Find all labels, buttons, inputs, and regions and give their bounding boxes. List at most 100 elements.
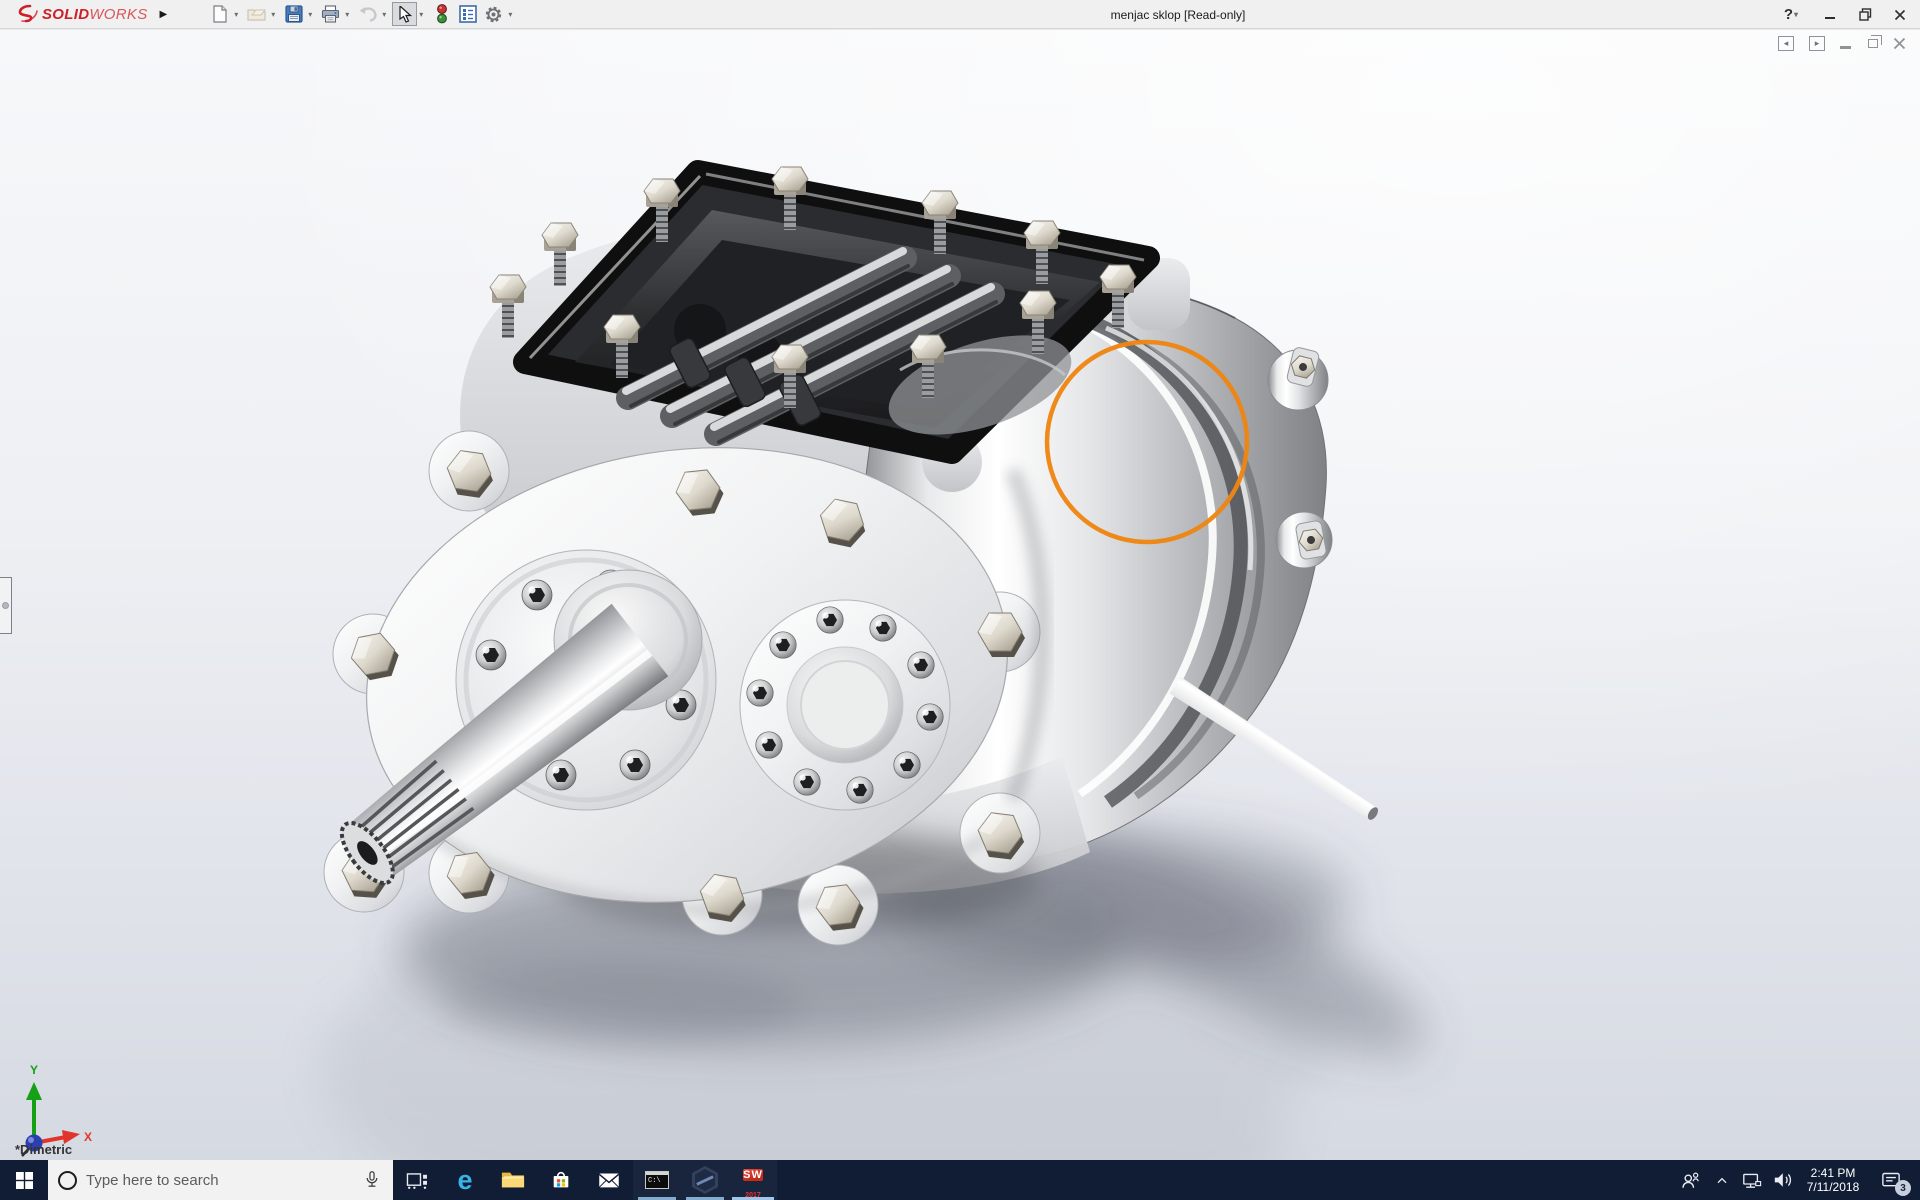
close-icon xyxy=(1894,9,1906,21)
quick-access-toolbar: ▾ ▾ ▾ xyxy=(207,2,517,26)
dropdown-caret[interactable]: ▾ xyxy=(345,10,349,19)
taskbar-file-explorer-button[interactable] xyxy=(489,1160,537,1200)
taskbar-task-view-button[interactable] xyxy=(393,1160,441,1200)
restore-button[interactable] xyxy=(1857,7,1873,23)
solidworks-2017-icon: SW 2017 xyxy=(737,1165,769,1195)
doc-minimize-icon xyxy=(1840,46,1851,49)
taskbar-edrawings-button[interactable] xyxy=(681,1160,729,1200)
select-cursor-icon xyxy=(398,6,412,23)
solidworks-window: SOLIDWORKS ▶ ▾ ▾ xyxy=(0,0,1920,1200)
new-document-icon xyxy=(212,5,228,23)
window-controls: ? ▾ xyxy=(1784,0,1908,29)
doc-next-button[interactable]: ▸ xyxy=(1809,36,1825,51)
gearbox-scene xyxy=(0,30,1920,1160)
dropdown-caret[interactable]: ▾ xyxy=(419,10,423,19)
file-explorer-icon xyxy=(499,1168,527,1192)
windows-logo-icon xyxy=(16,1172,33,1189)
close-button[interactable] xyxy=(1892,7,1908,23)
help-button[interactable]: ? ▾ xyxy=(1784,6,1803,23)
help-icon: ? xyxy=(1784,6,1793,23)
open-folder-icon xyxy=(247,6,267,22)
brand-works: WORKS xyxy=(89,6,147,23)
open-document-button[interactable] xyxy=(244,2,269,26)
traffic-light-icon xyxy=(436,4,448,24)
notification-badge: 3 xyxy=(1895,1180,1911,1196)
taskbar-search[interactable] xyxy=(48,1160,393,1200)
people-button[interactable] xyxy=(1672,1160,1708,1200)
undo-arrow-icon xyxy=(358,6,378,22)
command-prompt-label: C:\ xyxy=(648,1177,661,1185)
cortana-icon xyxy=(58,1171,77,1190)
taskbar-command-prompt-button[interactable]: C:\ xyxy=(633,1160,681,1200)
network-button[interactable] xyxy=(1736,1160,1766,1200)
display-settings-button[interactable] xyxy=(455,2,480,26)
edrawings-hexagon-icon xyxy=(692,1166,718,1194)
gear-icon xyxy=(484,5,503,24)
system-tray: 2:41 PM 7/11/2018 3 xyxy=(1672,1160,1920,1200)
doc-restore-icon xyxy=(1868,39,1878,48)
print-button[interactable] xyxy=(318,2,343,26)
people-icon xyxy=(1677,1167,1703,1193)
print-icon xyxy=(321,5,340,23)
ds-logo-icon xyxy=(16,4,40,24)
volume-button[interactable] xyxy=(1766,1160,1798,1200)
dropdown-caret[interactable]: ▾ xyxy=(382,10,386,19)
properties-list-icon xyxy=(459,5,477,23)
save-floppy-icon xyxy=(285,5,303,23)
restore-icon xyxy=(1859,8,1872,21)
speaker-icon xyxy=(1769,1168,1795,1192)
taskbar-edge-button[interactable]: e xyxy=(441,1160,489,1200)
triad-x-label: X xyxy=(84,1130,92,1144)
dropdown-caret[interactable]: ▾ xyxy=(508,10,512,19)
mail-icon xyxy=(596,1169,622,1191)
minimize-button[interactable] xyxy=(1822,7,1838,23)
dropdown-caret[interactable]: ▾ xyxy=(308,10,312,19)
rebuild-button[interactable] xyxy=(429,2,454,26)
clock-time: 2:41 PM xyxy=(1798,1166,1868,1180)
sw-cube-label: SW xyxy=(743,1169,763,1181)
titlebar: SOLIDWORKS ▶ ▾ ▾ xyxy=(0,0,1920,29)
doc-close-button[interactable] xyxy=(1893,37,1906,50)
taskbar-solidworks-button[interactable]: SW 2017 xyxy=(729,1160,777,1200)
new-document-button[interactable] xyxy=(207,2,232,26)
window-title: menjac sklop [Read-only] xyxy=(1111,8,1246,22)
doc-close-icon xyxy=(1893,37,1906,50)
start-button[interactable] xyxy=(0,1160,48,1200)
dropdown-caret[interactable]: ▾ xyxy=(234,10,238,19)
taskbar-store-button[interactable] xyxy=(537,1160,585,1200)
tray-overflow-button[interactable] xyxy=(1708,1160,1736,1200)
chevron-up-icon xyxy=(1712,1170,1732,1190)
graphics-area[interactable]: ◂ ▸ Y X *Dimetric xyxy=(0,30,1920,1160)
undo-button[interactable] xyxy=(355,2,380,26)
doc-minimize-button[interactable] xyxy=(1840,38,1851,49)
solidworks-logo: SOLIDWORKS xyxy=(16,4,148,24)
microphone-icon[interactable] xyxy=(361,1167,383,1193)
bearing-cover-ring xyxy=(740,600,950,810)
clock-date: 7/11/2018 xyxy=(1798,1180,1868,1194)
dropdown-caret[interactable]: ▾ xyxy=(271,10,275,19)
select-tool-button[interactable] xyxy=(392,2,417,26)
microsoft-store-icon xyxy=(548,1167,574,1193)
minimize-icon xyxy=(1824,9,1836,21)
command-prompt-icon: C:\ xyxy=(645,1171,669,1189)
brand-solid: SOLID xyxy=(42,6,89,23)
taskbar-mail-button[interactable] xyxy=(585,1160,633,1200)
task-view-icon xyxy=(404,1167,430,1193)
network-icon xyxy=(1739,1168,1763,1192)
action-center-button[interactable]: 3 xyxy=(1868,1160,1914,1200)
search-input[interactable] xyxy=(86,1172,352,1189)
document-window-controls: ◂ ▸ xyxy=(1778,36,1906,51)
dropdown-caret: ▾ xyxy=(1794,10,1798,19)
featuremanager-collapsed-tab[interactable] xyxy=(0,577,12,634)
toolbar-flyout-arrow[interactable]: ▶ xyxy=(160,9,168,20)
options-button[interactable] xyxy=(481,2,506,26)
doc-restore-button[interactable] xyxy=(1866,39,1878,48)
doc-prev-button[interactable]: ◂ xyxy=(1778,36,1794,51)
taskbar-clock[interactable]: 2:41 PM 7/11/2018 xyxy=(1798,1160,1868,1200)
triad-y-label: Y xyxy=(30,1063,38,1077)
edge-icon: e xyxy=(457,1167,472,1194)
featuremanager-tab-dot xyxy=(2,602,9,609)
windows-taskbar: e C:\ xyxy=(0,1160,1920,1200)
view-orientation-label: *Dimetric xyxy=(15,1142,72,1157)
save-button[interactable] xyxy=(281,2,306,26)
